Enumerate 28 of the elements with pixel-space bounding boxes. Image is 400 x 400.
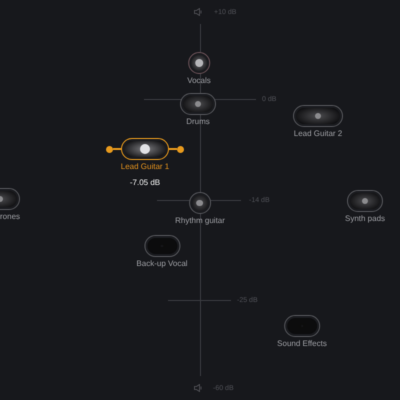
center-dot xyxy=(194,58,204,68)
center-dot xyxy=(194,100,202,108)
resize-handle[interactable] xyxy=(169,145,184,153)
track-label: Back-up Vocal xyxy=(136,260,188,268)
track-label: Lead Guitar 2 xyxy=(294,130,342,138)
track-label: Lead Guitar 1 xyxy=(120,163,170,171)
track-label: Synth pads xyxy=(344,215,386,223)
speaker-icon xyxy=(194,8,203,16)
center-dot xyxy=(140,144,150,154)
volume-readout: -7.05 dB xyxy=(130,179,160,187)
track-label: Sound Effects xyxy=(277,340,327,348)
center-dot xyxy=(362,198,368,204)
track-knob[interactable] xyxy=(188,52,210,74)
track-knob[interactable] xyxy=(189,192,211,214)
track-knob[interactable] xyxy=(144,235,180,257)
track-knob[interactable] xyxy=(180,93,216,115)
center-dot xyxy=(314,112,322,120)
track-label: Rhythm guitar xyxy=(175,217,225,225)
track-knob[interactable] xyxy=(121,138,169,160)
track-knob[interactable] xyxy=(284,315,320,337)
speaker-icon xyxy=(194,384,203,392)
resize-handle[interactable] xyxy=(106,145,121,153)
track-label: rones xyxy=(0,213,20,221)
track-label: Drums xyxy=(186,118,210,126)
center-dot xyxy=(196,200,204,206)
track-knob[interactable] xyxy=(293,105,343,127)
track-label: Vocals xyxy=(187,77,211,85)
track-knob[interactable] xyxy=(347,190,383,212)
